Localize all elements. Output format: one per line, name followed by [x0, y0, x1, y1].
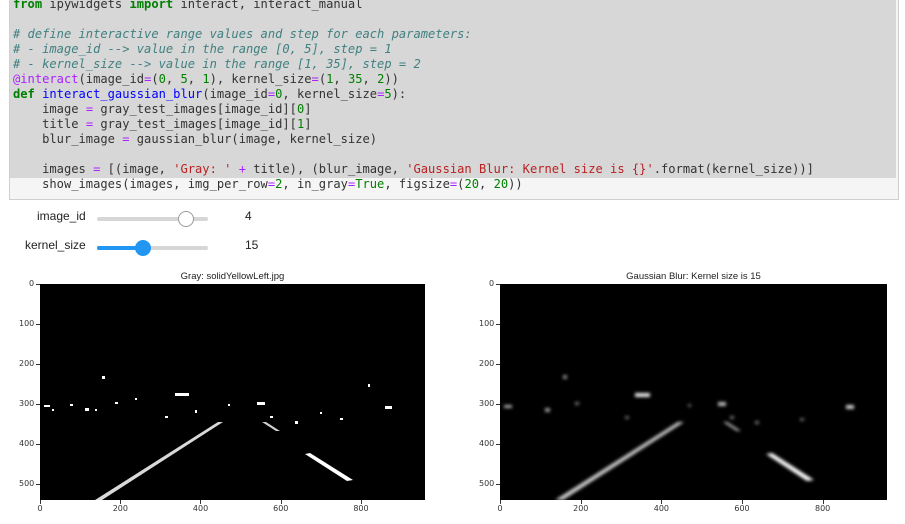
y-tick-label: 100: [479, 319, 495, 328]
code-line: # - image_id --> value in the range [0, …: [13, 42, 392, 56]
image-id-slider-handle[interactable]: [177, 211, 194, 227]
right-plot-title: Gaussian Blur: Kernel size is 15: [626, 271, 761, 282]
y-tick-mark: [36, 444, 40, 445]
y-tick-mark: [496, 284, 500, 285]
y-tick-mark: [496, 324, 500, 325]
code-line: images = [(image, 'Gray: ' + title), (bl…: [13, 162, 814, 176]
x-tick-mark: [500, 500, 501, 504]
x-tick-mark: [40, 500, 41, 504]
y-tick-label: 0: [29, 279, 35, 288]
x-tick-label: 0: [37, 504, 43, 513]
x-tick-label: 200: [112, 504, 128, 513]
kernel-size-slider-handle[interactable]: [134, 240, 151, 256]
code-line: from ipywidgets import interact, interac…: [13, 0, 363, 11]
image-id-slider-row: image_id 4: [0, 206, 300, 230]
x-tick-label: 600: [273, 504, 289, 513]
y-tick-mark: [496, 404, 500, 405]
code-line: image = gray_test_images[image_id][0]: [13, 102, 312, 116]
x-tick-label: 600: [734, 504, 750, 513]
code-line: title = gray_test_images[image_id][1]: [13, 117, 312, 131]
code-line: # - kernel_size --> value in the range […: [13, 57, 421, 71]
y-tick-label: 400: [479, 439, 495, 448]
y-tick-mark: [36, 284, 40, 285]
x-tick-mark: [120, 500, 122, 504]
x-tick-label: 800: [353, 504, 369, 513]
y-tick-label: 200: [19, 359, 35, 368]
y-tick-label: 500: [479, 479, 495, 488]
x-tick-mark: [741, 500, 743, 504]
y-tick-mark: [36, 484, 40, 485]
code-cell[interactable]: from ipywidgets import interact, interac…: [9, 0, 899, 200]
x-tick-mark: [200, 500, 202, 504]
x-tick-label: 400: [653, 504, 670, 513]
code-line: # define interactive range values and st…: [13, 27, 472, 41]
code-line: @interact(image_id=(0, 5, 1), kernel_siz…: [13, 72, 399, 86]
x-tick-mark: [580, 500, 582, 504]
y-tick-mark: [496, 444, 500, 445]
x-tick-mark: [822, 500, 824, 504]
y-tick-mark: [496, 364, 500, 365]
x-tick-label: 800: [815, 504, 831, 513]
left-plot-title: Gray: solidYellowLeft.jpg: [180, 271, 285, 282]
kernel-size-label: kernel_size: [25, 238, 86, 252]
image-id-label: image_id: [37, 209, 86, 223]
code-editor[interactable]: from ipywidgets import interact, interac…: [13, 0, 814, 192]
y-tick-label: 0: [489, 279, 495, 288]
y-tick-mark: [36, 364, 40, 365]
x-tick-mark: [280, 500, 282, 504]
y-tick-label: 300: [479, 399, 495, 408]
kernel-size-slider-row: kernel_size 15: [0, 235, 300, 259]
image-id-slider-track[interactable]: [97, 211, 208, 227]
y-tick-label: 100: [19, 319, 35, 328]
code-line: show_images(images, img_per_row=2, in_gr…: [13, 177, 523, 191]
kernel-size-value[interactable]: 15: [245, 238, 258, 252]
y-tick-label: 400: [19, 439, 35, 448]
kernel-size-slider-track[interactable]: [97, 240, 208, 256]
x-tick-label: 0: [497, 504, 503, 513]
blurred-lane-image: [500, 284, 887, 500]
blurred-image: [500, 284, 887, 500]
x-tick-label: 400: [192, 504, 209, 513]
image-id-value[interactable]: 4: [245, 209, 252, 223]
y-tick-mark: [36, 324, 40, 325]
y-tick-label: 300: [19, 399, 35, 408]
x-tick-label: 200: [573, 504, 589, 513]
y-tick-mark: [36, 404, 40, 405]
x-tick-mark: [661, 500, 663, 504]
gray-lane-image: [40, 284, 425, 500]
code-line: blur_image = gaussian_blur(image, kernel…: [13, 132, 378, 146]
x-tick-mark: [360, 500, 362, 504]
y-tick-label: 500: [19, 479, 35, 488]
gray-image: [40, 284, 425, 500]
y-tick-mark: [496, 484, 500, 485]
code-line: def interact_gaussian_blur(image_id=0, k…: [13, 87, 407, 101]
y-tick-label: 200: [479, 359, 495, 368]
